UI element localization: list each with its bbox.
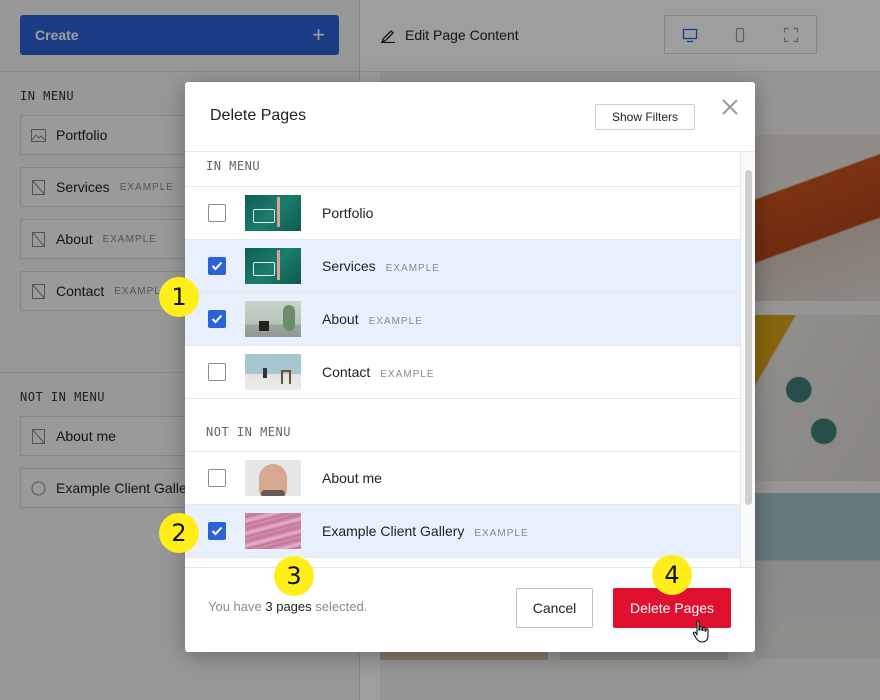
row-checkbox[interactable] — [208, 204, 226, 222]
page-thumbnail — [245, 248, 301, 284]
selection-summary-prefix: You have — [208, 599, 262, 614]
row-checkbox[interactable] — [208, 469, 226, 487]
row-title: Contact — [322, 364, 371, 380]
show-filters-button[interactable]: Show Filters — [595, 104, 695, 130]
not-in-menu-heading: NOT IN MENU — [185, 399, 740, 452]
row-checkbox[interactable] — [208, 257, 226, 275]
hand-cursor-icon — [692, 620, 709, 643]
step-badge-4: 4 — [652, 555, 692, 595]
example-tag: EXAMPLE — [368, 316, 423, 327]
row-label: Example Client Gallery EXAMPLE — [322, 523, 529, 539]
page-thumbnail — [245, 513, 301, 549]
checkmark-icon — [211, 261, 223, 271]
step-badge-2: 2 — [159, 513, 199, 553]
page-row-about-me[interactable]: About me — [185, 452, 740, 505]
page-thumbnail — [245, 301, 301, 337]
row-label: Services EXAMPLE — [322, 258, 440, 274]
step-badge-1: 1 — [159, 277, 199, 317]
row-label: Contact EXAMPLE — [322, 364, 435, 380]
close-icon[interactable] — [720, 97, 740, 117]
row-title: Services — [322, 258, 376, 274]
row-label: About me — [322, 470, 382, 486]
page-row-example-client-gallery[interactable]: Example Client Gallery EXAMPLE — [185, 505, 740, 558]
row-title: About me — [322, 470, 382, 486]
page-row-services[interactable]: Services EXAMPLE — [185, 240, 740, 293]
selection-count: 3 pages — [265, 599, 312, 614]
page-thumbnail — [245, 460, 301, 496]
page-list-scrollbar[interactable] — [740, 152, 755, 567]
example-tag: EXAMPLE — [385, 263, 440, 274]
page-thumbnail — [245, 195, 301, 231]
row-label: Portfolio — [322, 205, 373, 221]
selection-summary: You have 3 pages selected. — [208, 599, 367, 614]
row-title: Example Client Gallery — [322, 523, 465, 539]
dialog-title: Delete Pages — [210, 107, 307, 124]
checkmark-icon — [211, 314, 223, 324]
page-row-about[interactable]: About EXAMPLE — [185, 293, 740, 346]
selection-summary-suffix: selected. — [315, 599, 368, 614]
scrollbar-thumb[interactable] — [745, 170, 752, 505]
cancel-button[interactable]: Cancel — [516, 588, 593, 628]
page-row-portfolio[interactable]: Portfolio — [185, 187, 740, 240]
example-tag: EXAMPLE — [380, 369, 435, 380]
in-menu-heading: IN MENU — [185, 152, 740, 187]
page-thumbnail — [245, 354, 301, 390]
example-tag: EXAMPLE — [474, 528, 529, 539]
row-title: Portfolio — [322, 205, 374, 221]
row-checkbox[interactable] — [208, 522, 226, 540]
step-badge-3: 3 — [274, 556, 314, 596]
page-list: IN MENU Portfolio Services EXAMPLE About… — [185, 152, 740, 567]
row-title: About — [322, 311, 359, 327]
row-checkbox[interactable] — [208, 363, 226, 381]
page-row-contact[interactable]: Contact EXAMPLE — [185, 346, 740, 399]
row-label: About EXAMPLE — [322, 311, 423, 327]
row-checkbox[interactable] — [208, 310, 226, 328]
checkmark-icon — [211, 526, 223, 536]
